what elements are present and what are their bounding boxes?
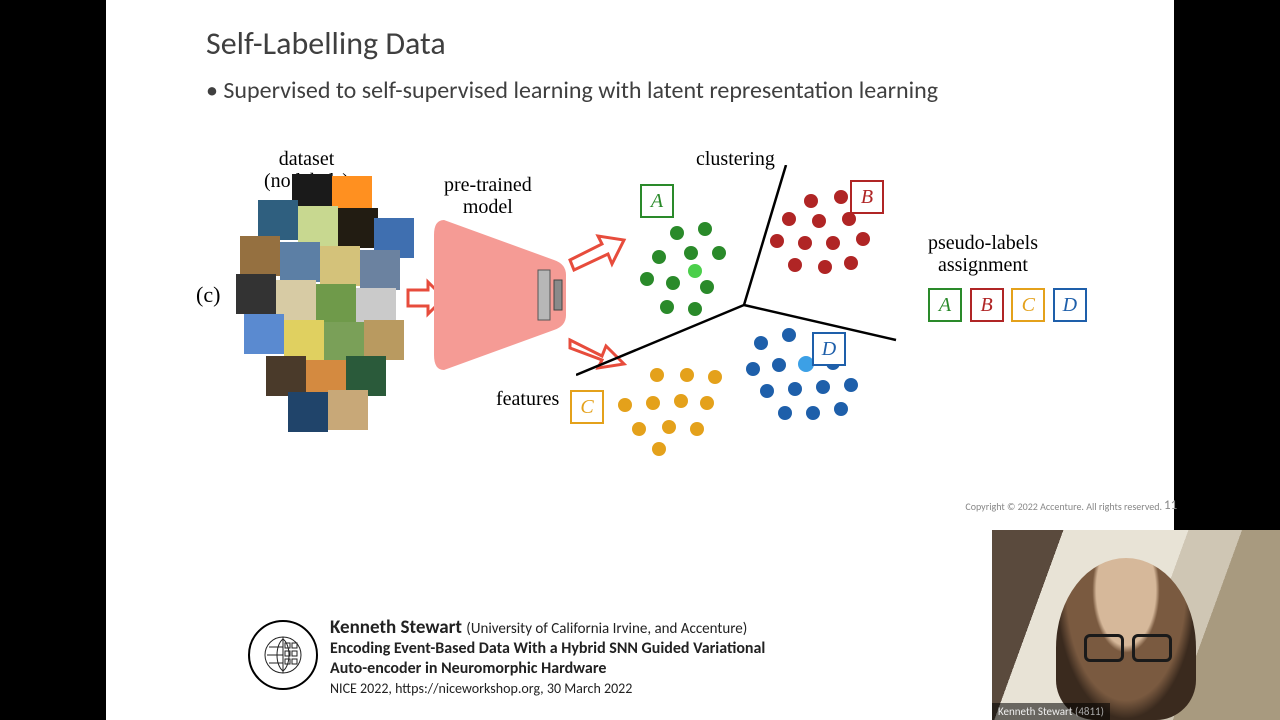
dataset-mosaic — [236, 170, 416, 430]
dataset-caption-l1: dataset — [264, 148, 349, 170]
cluster-A-dots — [630, 216, 750, 326]
glasses-icon — [1084, 634, 1172, 658]
webcam-name: Kenneth Stewart — [998, 705, 1072, 718]
webcam-id: (4811) — [1075, 705, 1104, 718]
pseudo-C: C — [1011, 288, 1045, 322]
talk-title-l2: Auto-encoder in Neuromorphic Hardware — [330, 659, 765, 679]
cluster-label-C: C — [570, 390, 604, 424]
pseudolabels-row: A B C D — [926, 288, 1089, 322]
conference-logo — [248, 620, 318, 690]
webcam-feed: Kenneth Stewart (4811) — [992, 530, 1280, 720]
webcam-name-label: Kenneth Stewart (4811) — [992, 703, 1110, 720]
pseudo-D: D — [1053, 288, 1087, 322]
panel-letter: (c) — [196, 282, 220, 308]
speaker-affiliation: (University of California Irvine, and Ac… — [466, 620, 747, 638]
pseudolabels-l2: assignment — [928, 254, 1038, 276]
model-caption-l1: pre-trained — [444, 174, 532, 196]
event-line: NICE 2022, https://niceworkshop.org, 30 … — [330, 679, 765, 699]
pseudo-B: B — [970, 288, 1004, 322]
pseudo-A: A — [928, 288, 962, 322]
cluster-label-A: A — [640, 184, 674, 218]
page-number: 11 — [1164, 498, 1194, 513]
footer-text: Kenneth Stewart (University of Californi… — [330, 618, 765, 699]
cluster-C-dots — [596, 368, 726, 458]
slide-bullet: • Supervised to self-supervised learning… — [206, 76, 938, 105]
slide-title: Self-Labelling Data — [206, 24, 446, 63]
cluster-label-D: D — [812, 332, 846, 366]
pseudolabels-caption: pseudo-labels assignment — [928, 232, 1038, 276]
pseudolabels-l1: pseudo-labels — [928, 232, 1038, 254]
copyright-text: Copyright © 2022 Accenture. All rights r… — [965, 500, 1162, 513]
features-label: features — [496, 388, 559, 411]
cluster-label-B: B — [850, 180, 884, 214]
speaker-name: Kenneth Stewart — [330, 616, 462, 639]
talk-title-l1: Encoding Event-Based Data With a Hybrid … — [330, 639, 765, 659]
